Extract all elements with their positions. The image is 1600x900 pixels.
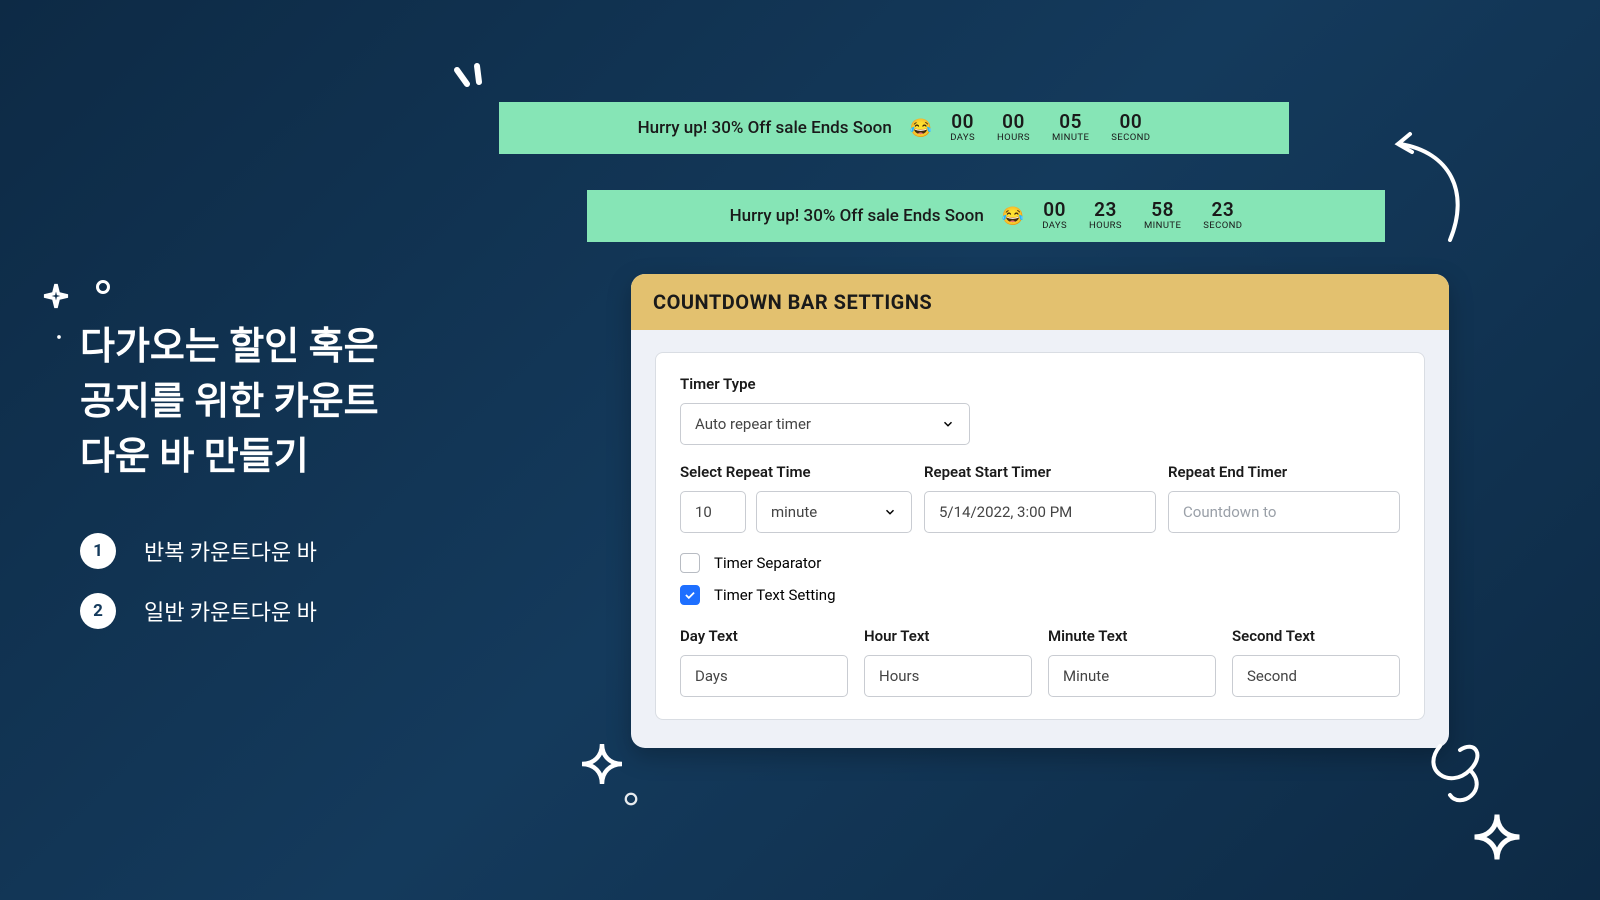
timer-type-select[interactable]: Auto repear timer (680, 403, 970, 445)
repeat-time-value-input[interactable]: 10 (680, 491, 746, 533)
repeat-end-input[interactable]: Countdown to (1168, 491, 1400, 533)
bullet-number: 2 (80, 593, 116, 629)
sparkle-icon (578, 740, 626, 788)
sparkle-icon (42, 282, 70, 310)
countdown-message: Hurry up! 30% Off sale Ends Soon (730, 206, 984, 226)
repeat-start-input[interactable]: 5/14/2022, 3:00 PM (924, 491, 1156, 533)
timer-text-setting-checkbox[interactable] (680, 585, 700, 605)
settings-card: Timer Type Auto repear timer Select Repe… (655, 352, 1425, 720)
second-text-input[interactable]: Second (1232, 655, 1400, 697)
panel-title: COUNTDOWN BAR SETTIGNS (631, 274, 1449, 330)
countdown-unit-hours: 23 HOURS (1089, 200, 1122, 231)
hour-text-label: Hour Text (864, 627, 1032, 645)
repeat-start-label: Repeat Start Timer (924, 463, 1156, 481)
timer-type-label: Timer Type (680, 375, 1400, 393)
circle-dot-icon (622, 790, 640, 808)
headline-block: 다가오는 할인 혹은 공지를 위한 카운트 다운 바 만들기 1 반복 카운트다… (80, 320, 379, 653)
timer-text-setting-label: Timer Text Setting (714, 586, 836, 604)
countdown-unit-days: 00 DAYS (1042, 200, 1067, 231)
countdown-unit-second: 23 SECOND (1203, 200, 1242, 231)
countdown-unit-hours: 00 HOURS (997, 112, 1030, 143)
circle-dot-icon (96, 280, 110, 294)
emoji-icon: 😂 (910, 118, 932, 139)
repeat-time-label: Select Repeat Time (680, 463, 912, 481)
countdown-units: 00 DAYS 00 HOURS 05 MINUTE 00 SECOND (950, 112, 1150, 143)
timer-separator-checkbox[interactable] (680, 553, 700, 573)
headline: 다가오는 할인 혹은 공지를 위한 카운트 다운 바 만들기 (80, 320, 379, 485)
timer-separator-row: Timer Separator (680, 553, 1400, 573)
timer-text-setting-row: Timer Text Setting (680, 585, 1400, 605)
countdown-settings-panel: COUNTDOWN BAR SETTIGNS Timer Type Auto r… (631, 274, 1449, 748)
bullet-list: 1 반복 카운트다운 바 2 일반 카운트다운 바 (80, 533, 379, 629)
countdown-unit-minute: 05 MINUTE (1052, 112, 1089, 143)
repeat-end-label: Repeat End Timer (1168, 463, 1400, 481)
emoji-icon: 😂 (1002, 206, 1024, 227)
bullet-text: 일반 카운트다운 바 (144, 595, 317, 627)
bullet-item-2: 2 일반 카운트다운 바 (80, 593, 379, 629)
chevron-down-icon (941, 417, 955, 431)
countdown-unit-second: 00 SECOND (1111, 112, 1150, 143)
countdown-unit-minute: 58 MINUTE (1144, 200, 1181, 231)
countdown-unit-days: 00 DAYS (950, 112, 975, 143)
repeat-time-unit-select[interactable]: minute (756, 491, 912, 533)
day-text-input[interactable]: Days (680, 655, 848, 697)
bullet-number: 1 (80, 533, 116, 569)
sparkle-icon (54, 332, 65, 343)
sparkle-icon (1470, 810, 1524, 864)
minute-text-input[interactable]: Minute (1048, 655, 1216, 697)
accent-lines-icon (447, 62, 497, 106)
countdown-bar-preview-1: Hurry up! 30% Off sale Ends Soon 😂 00 DA… (499, 102, 1289, 154)
chevron-down-icon (883, 505, 897, 519)
minute-text-label: Minute Text (1048, 627, 1216, 645)
hour-text-input[interactable]: Hours (864, 655, 1032, 697)
bullet-item-1: 1 반복 카운트다운 바 (80, 533, 379, 569)
countdown-bar-preview-2: Hurry up! 30% Off sale Ends Soon 😂 00 DA… (587, 190, 1385, 242)
bullet-text: 반복 카운트다운 바 (144, 535, 317, 567)
arrow-curve-icon (1390, 122, 1490, 246)
second-text-label: Second Text (1232, 627, 1400, 645)
timer-separator-label: Timer Separator (714, 554, 821, 572)
countdown-message: Hurry up! 30% Off sale Ends Soon (638, 118, 892, 138)
countdown-units: 00 DAYS 23 HOURS 58 MINUTE 23 SECOND (1042, 200, 1242, 231)
day-text-label: Day Text (680, 627, 848, 645)
